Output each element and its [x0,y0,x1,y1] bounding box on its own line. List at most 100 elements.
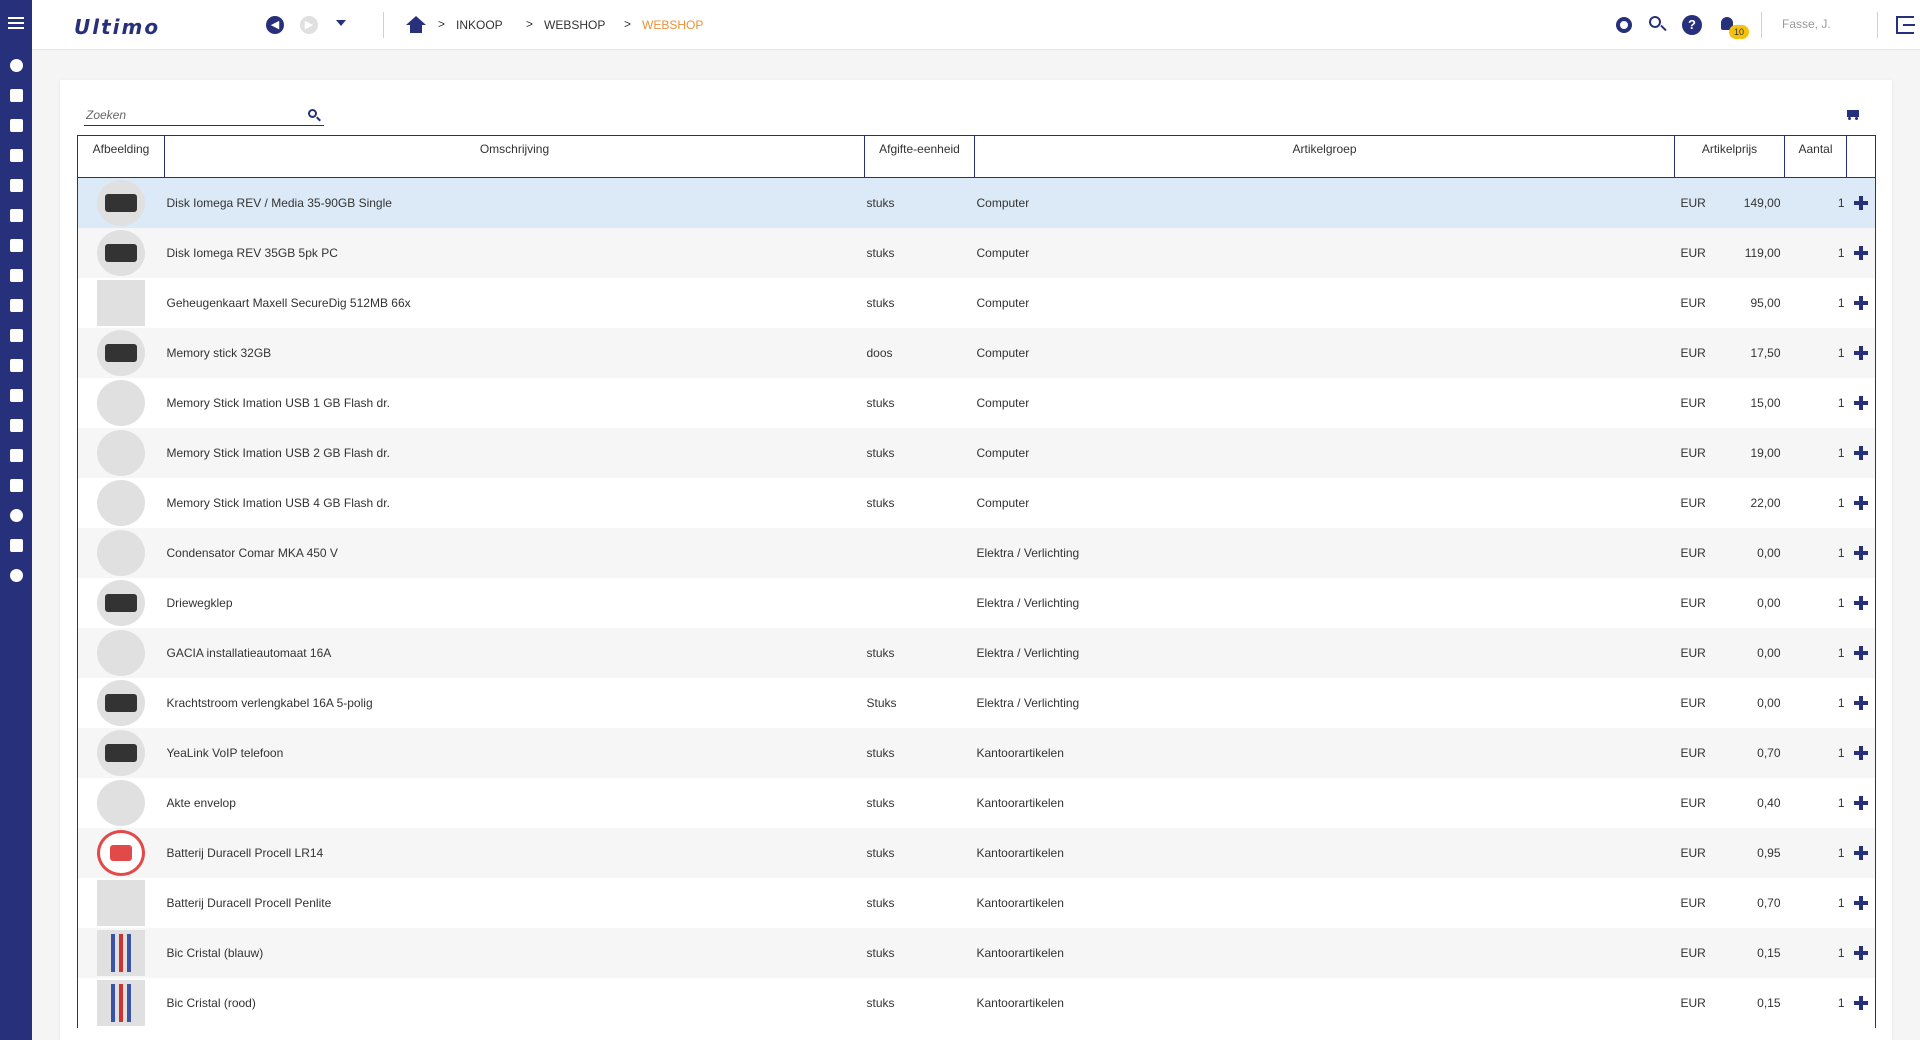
diamond-icon[interactable] [8,297,24,313]
menu-icon[interactable] [8,17,24,29]
add-to-cart-plus-icon[interactable] [1853,295,1868,310]
add-to-cart-plus-icon[interactable] [1853,495,1868,510]
article-image[interactable] [97,729,146,776]
table-row[interactable]: Memory Stick Imation USB 1 GB Flash dr. s… [77,377,1876,428]
breadcrumb-webshop[interactable]: WEBSHOP [544,18,605,32]
add-to-cart-plus-icon[interactable] [1853,795,1868,810]
table-row[interactable]: Akte envelop stuks Kantoorartikelen EUR 0,40… [77,777,1876,828]
article-quantity[interactable]: 1 [1784,177,1847,228]
table-row[interactable]: Bic Cristal (blauw) stuks Kantoorartikelen… [77,927,1876,978]
building-icon[interactable] [8,267,24,283]
article-image[interactable] [97,529,146,576]
alarm-icon[interactable] [8,447,24,463]
table-row[interactable]: Driewegklep Elektra / Verlichting EUR 0,00 1 [77,577,1876,628]
article-image[interactable] [97,979,146,1026]
history-dropdown-icon[interactable] [336,20,346,26]
article-image[interactable] [97,479,146,526]
table-row[interactable]: Memory Stick Imation USB 4 GB Flash dr. s… [77,477,1876,528]
film-icon[interactable] [8,357,24,373]
column-header-afgifte-eenheid[interactable]: Afgifte-eenheid [864,135,975,178]
star-icon[interactable] [8,147,24,163]
column-header-artikelprijs[interactable]: Artikelprijs [1674,135,1785,178]
article-quantity[interactable]: 1 [1784,777,1847,828]
article-image[interactable] [97,179,146,226]
column-header-aantal[interactable]: Aantal [1784,135,1847,178]
article-quantity[interactable]: 1 [1784,927,1847,978]
add-to-cart-plus-icon[interactable] [1853,445,1868,460]
article-quantity[interactable]: 1 [1784,427,1847,478]
add-to-cart-plus-icon[interactable] [1853,545,1868,560]
article-image[interactable] [97,879,146,926]
article-image[interactable] [97,679,146,726]
add-to-cart-plus-icon[interactable] [1853,345,1868,360]
article-quantity[interactable]: 1 [1784,577,1847,628]
wrench-icon[interactable] [8,117,24,133]
add-to-cart-plus-icon[interactable] [1853,595,1868,610]
cart-icon[interactable] [8,387,24,403]
article-image[interactable] [97,779,146,826]
article-quantity[interactable]: 1 [1784,477,1847,528]
search-icon[interactable] [1648,15,1668,35]
back-button[interactable]: ◀ [266,16,284,34]
article-quantity[interactable]: 1 [1784,727,1847,778]
article-quantity[interactable]: 1 [1784,327,1847,378]
settings-gear-icon[interactable] [1614,15,1634,35]
home-icon[interactable] [406,16,426,34]
logout-icon[interactable] [1896,16,1915,34]
article-quantity[interactable]: 1 [1784,677,1847,728]
add-to-cart-plus-icon[interactable] [1853,245,1868,260]
monitor-icon[interactable] [8,207,24,223]
user-icon[interactable] [8,57,24,73]
article-image[interactable] [97,829,146,876]
table-row[interactable]: Disk Iomega REV 35GB 5pk PC stuks Computer… [77,227,1876,278]
article-image[interactable] [97,329,146,376]
article-image[interactable] [97,379,146,426]
table-row[interactable]: Condensator Comar MKA 450 V Elektra / Ver… [77,527,1876,578]
article-quantity[interactable]: 1 [1784,627,1847,678]
search-icon[interactable] [308,109,322,123]
add-to-cart-plus-icon[interactable] [1853,695,1868,710]
article-quantity[interactable]: 1 [1784,977,1847,1028]
table-row[interactable]: Batterij Duracell Procell Penlite stuks Ka… [77,877,1876,928]
article-image[interactable] [97,929,146,976]
article-image[interactable] [97,229,146,276]
table-row[interactable]: Memory Stick Imation USB 2 GB Flash dr. s… [77,427,1876,478]
add-to-cart-plus-icon[interactable] [1853,645,1868,660]
column-header-omschrijving[interactable]: Omschrijving [164,135,865,178]
column-header-afbeelding[interactable]: Afbeelding [77,135,165,178]
user-name[interactable]: Fasse, J. [1782,17,1831,31]
article-quantity[interactable]: 1 [1784,277,1847,328]
article-quantity[interactable]: 1 [1784,527,1847,578]
help-icon[interactable]: ? [1682,15,1702,35]
add-to-cart-plus-icon[interactable] [1853,196,1868,211]
article-quantity[interactable]: 1 [1784,377,1847,428]
add-to-cart-plus-icon[interactable] [1853,845,1868,860]
article-quantity[interactable]: 1 [1784,227,1847,278]
vehicle-icon[interactable] [8,177,24,193]
report-icon[interactable] [8,537,24,553]
archive-icon[interactable] [8,417,24,433]
article-image[interactable] [97,429,146,476]
notification-icon[interactable] [8,87,24,103]
search-input[interactable] [86,106,296,124]
table-row[interactable]: YeaLink VoIP telefoon stuks Kantoorartikel… [77,727,1876,778]
breadcrumb-inkoop[interactable]: INKOOP [456,18,503,32]
key-icon[interactable] [8,567,24,583]
table-row[interactable]: Bic Cristal (rood) stuks Kantoorartikelen E… [77,977,1876,1028]
article-quantity[interactable]: 1 [1784,827,1847,878]
add-to-cart-plus-icon[interactable] [1853,945,1868,960]
add-to-cart-plus-icon[interactable] [1853,995,1868,1010]
table-row[interactable]: Krachtstroom verlengkabel 16A 5-polig Stu… [77,677,1876,728]
shopping-cart-icon[interactable] [1846,108,1860,120]
table-row[interactable]: Disk Iomega REV / Media 35-90GB Single st… [77,177,1876,228]
database-icon[interactable] [8,507,24,523]
article-image[interactable] [97,579,146,626]
column-header-artikelgroep[interactable]: Artikelgroep [974,135,1675,178]
table-row[interactable]: GACIA installatieautomaat 16A stuks Elektr… [77,627,1876,678]
table-row[interactable]: Geheugenkaart Maxell SecureDig 512MB 66x… [77,277,1876,328]
list-icon[interactable] [8,327,24,343]
dashboard-icon[interactable] [8,477,24,493]
article-image[interactable] [97,629,146,676]
article-quantity[interactable]: 1 [1784,877,1847,928]
forward-button[interactable]: ▶ [300,16,318,34]
